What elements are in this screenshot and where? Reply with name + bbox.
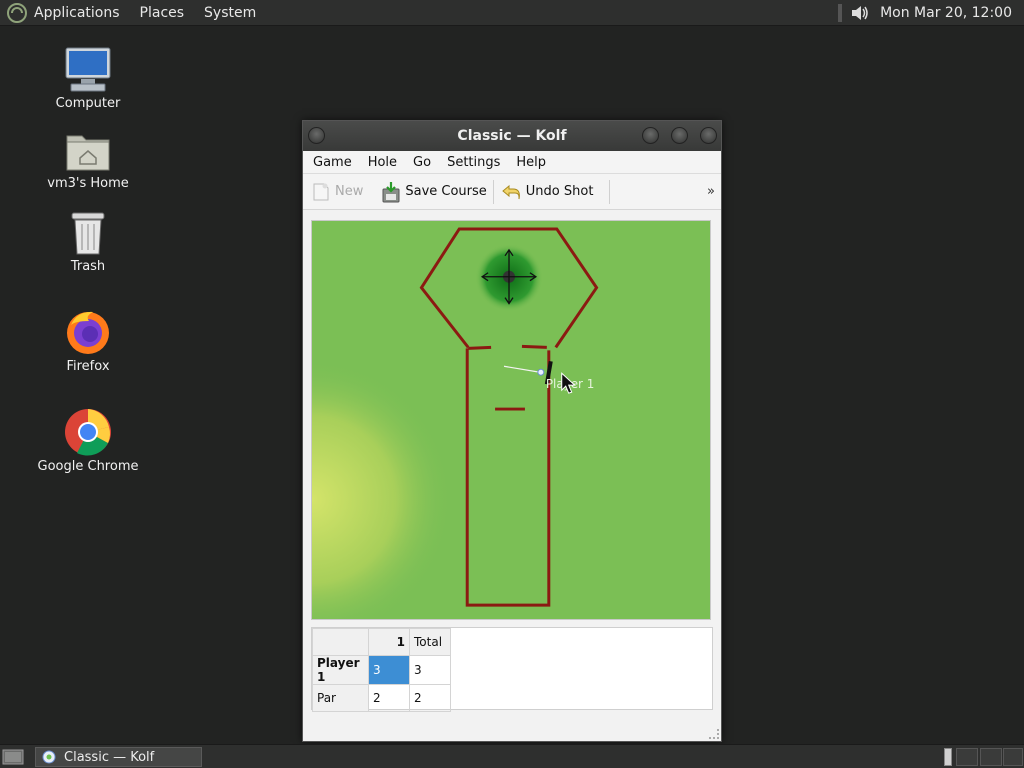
- desktop-icon-trash[interactable]: Trash: [28, 209, 148, 274]
- menu-places[interactable]: Places: [140, 5, 185, 21]
- toolbar-separator: [492, 179, 494, 204]
- undo-icon: [502, 184, 520, 199]
- resize-grip-icon[interactable]: [709, 729, 719, 739]
- window-title: Classic — Kolf: [457, 128, 567, 144]
- score-row-par: Par: [312, 684, 369, 712]
- golf-ball[interactable]: [537, 368, 545, 376]
- score-header-hole: 1: [368, 628, 410, 656]
- desktop-icon-firefox[interactable]: Firefox: [28, 307, 148, 374]
- firefox-icon: [67, 311, 109, 354]
- save-course-label: Save Course: [405, 184, 487, 199]
- workspace-switcher-2[interactable]: [956, 748, 978, 766]
- menubar: Game Hole Go Settings Help: [303, 151, 721, 174]
- maximize-button[interactable]: [671, 127, 688, 144]
- new-button-label: New: [335, 184, 364, 199]
- chrome-icon: [65, 409, 111, 456]
- close-button[interactable]: [700, 127, 717, 144]
- score-cell-total[interactable]: 3: [409, 655, 451, 685]
- workspace-switcher-1[interactable]: [944, 748, 952, 766]
- score-corner: [312, 628, 369, 656]
- desktop-icon-label: Google Chrome: [37, 459, 139, 474]
- window-titlebar[interactable]: Classic — Kolf: [303, 121, 721, 151]
- menu-system[interactable]: System: [204, 5, 256, 21]
- separator-handle-icon: [838, 4, 843, 22]
- desktop-icon-computer[interactable]: Computer: [28, 46, 148, 111]
- workspace-switcher-4[interactable]: [1003, 748, 1023, 766]
- home-folder-icon: [66, 135, 110, 171]
- new-document-icon: [313, 183, 329, 200]
- score-row-player: Player 1: [312, 655, 369, 685]
- toolbar-overflow-button[interactable]: »: [707, 184, 715, 199]
- toolbar-separator: [609, 179, 611, 204]
- desktop-icon-label: Firefox: [66, 359, 110, 374]
- menu-game[interactable]: Game: [313, 155, 352, 170]
- new-button[interactable]: New: [311, 182, 363, 202]
- menu-go[interactable]: Go: [413, 155, 431, 170]
- bottom-panel: Classic — Kolf: [0, 744, 1024, 768]
- kolf-app-icon: [42, 750, 56, 764]
- score-cell-total[interactable]: 2: [409, 684, 451, 712]
- course-canvas[interactable]: Player 1: [311, 220, 711, 620]
- window-menu-button[interactable]: [308, 127, 325, 144]
- menu-help[interactable]: Help: [516, 155, 546, 170]
- score-header-total: Total: [409, 628, 451, 656]
- save-course-button[interactable]: Save Course: [381, 181, 487, 203]
- workspace-switcher-3[interactable]: [980, 748, 1002, 766]
- trash-icon: [71, 212, 105, 255]
- minimize-button[interactable]: [642, 127, 659, 144]
- toolbar: New Save Course Undo Shot »: [303, 174, 721, 210]
- course-wall: [468, 345, 492, 350]
- undo-shot-button[interactable]: Undo Shot: [500, 183, 594, 201]
- desktop-icon-chrome[interactable]: Google Chrome: [28, 407, 148, 474]
- show-desktop-icon[interactable]: [2, 747, 24, 767]
- clock[interactable]: Mon Mar 20, 12:00: [880, 5, 1012, 21]
- desktop-icon-label: Trash: [70, 259, 106, 274]
- desktop-icon-home[interactable]: vm3's Home: [28, 128, 148, 191]
- menu-hole[interactable]: Hole: [368, 155, 397, 170]
- desktop-icon-label: vm3's Home: [47, 176, 129, 191]
- score-table: 1 Total Player 1 3 3 Par 2 2: [311, 627, 713, 712]
- menu-applications[interactable]: Applications: [34, 5, 120, 21]
- menu-settings[interactable]: Settings: [447, 155, 500, 170]
- volume-icon[interactable]: [850, 4, 870, 22]
- top-panel: Applications Places System Mon Mar 20, 1…: [0, 0, 1024, 26]
- taskbar-item-kolf[interactable]: Classic — Kolf: [35, 747, 202, 767]
- undo-shot-label: Undo Shot: [525, 184, 594, 199]
- kolf-window: Classic — Kolf Game Hole Go Settings Hel…: [302, 120, 722, 742]
- score-cell-hole[interactable]: 2: [368, 684, 410, 712]
- desktop-icon-label: Computer: [55, 96, 121, 111]
- distro-logo-icon[interactable]: [6, 2, 28, 24]
- score-cell-hole[interactable]: 3: [368, 655, 410, 685]
- computer-icon: [65, 47, 111, 92]
- course-wall: [521, 344, 547, 349]
- save-icon: [382, 181, 400, 202]
- taskbar-item-label: Classic — Kolf: [64, 749, 155, 765]
